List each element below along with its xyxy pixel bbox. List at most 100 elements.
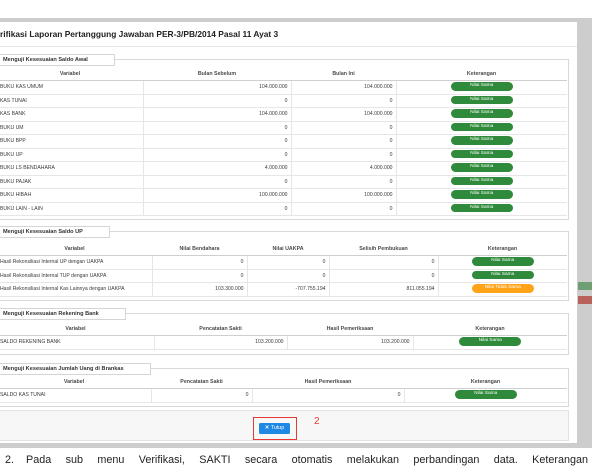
cell-keterangan: Nilai Sama bbox=[395, 80, 567, 95]
cell-variabel: BUKU UM bbox=[0, 121, 143, 135]
status-badge: Nilai Sama bbox=[471, 270, 534, 280]
status-badge: Nilai Sama bbox=[450, 122, 513, 132]
cell-variabel: BUKU LAIN - LAIN bbox=[0, 202, 143, 216]
column-header-keterangan: Keterangan bbox=[413, 324, 567, 336]
section-saldo-up: Menguji Kesesuaian Saldo UP Variabel Nil… bbox=[0, 226, 569, 301]
cell-bulan-sebelum: 0 bbox=[142, 121, 291, 135]
cell-nilai-uakpa: 0 bbox=[246, 269, 329, 283]
section-legend: Menguji Kesesuaian Saldo UP bbox=[0, 226, 110, 238]
cell-nilai-uakpa: 0 bbox=[246, 255, 329, 270]
modal-title: rifikasi Laporan Pertanggung Jawaban PER… bbox=[0, 29, 279, 39]
status-badge: Nilai Sama bbox=[459, 337, 522, 346]
cell-variabel: BUKU BPP bbox=[0, 134, 143, 149]
table-row: Hasil Rekonsiliasi Internal TUP dengan U… bbox=[0, 269, 567, 283]
status-badge: Nilai Sama bbox=[454, 390, 517, 399]
uang-brankas-table: Variabel Pencatatan Sakti Hasil Pemeriks… bbox=[0, 377, 567, 403]
column-header-keterangan: Keterangan bbox=[438, 244, 567, 256]
table-row: SALDO KAS TUNAI 0 0 Nilai Sama bbox=[0, 388, 567, 403]
section-rekening-bank: Menguji Kesesuaian Rekening Bank Variabe… bbox=[0, 308, 569, 355]
cell-pencatatan-sakti: 0 bbox=[150, 388, 252, 403]
background-green-element bbox=[578, 282, 592, 290]
cell-keterangan: Nilai Sama bbox=[412, 335, 567, 350]
cell-keterangan: Nilai Tidak Sama bbox=[437, 282, 567, 297]
section-legend: Menguji Kesesuaian Jumlah Uang di Branka… bbox=[0, 363, 151, 375]
cell-bulan-ini: 0 bbox=[290, 148, 396, 162]
cell-bulan-ini: 0 bbox=[290, 202, 396, 216]
cell-bulan-sebelum: 104.000.000 bbox=[142, 80, 291, 95]
cell-keterangan: Nilai Sama bbox=[395, 175, 567, 189]
cell-bulan-ini: 0 bbox=[290, 175, 396, 189]
cell-variabel: BUKU HIBAH bbox=[0, 188, 143, 203]
cell-keterangan: Nilai Sama bbox=[437, 255, 567, 270]
section-saldo-awal: Menguji Kesesuaian Saldo Awal Variabel B… bbox=[0, 54, 569, 220]
status-badge: Nilai Sama bbox=[450, 136, 513, 145]
background-red-element bbox=[578, 296, 592, 304]
table-row: BUKU UP 0 0 Nilai Sama bbox=[0, 148, 567, 162]
table-header-row: Variabel Bulan Sebelum Bulan Ini Keteran… bbox=[0, 69, 567, 81]
column-header-pencatatan-sakti: Pencatatan Sakti bbox=[154, 324, 287, 336]
cell-bulan-sebelum: 0 bbox=[142, 134, 291, 149]
cell-bulan-ini: 0 bbox=[290, 121, 396, 135]
table-header-row: Variabel Nilai Bendahara Nilai UAKPA Sel… bbox=[0, 244, 567, 256]
cell-pencatatan-sakti: 103.200.000 bbox=[153, 335, 287, 350]
column-header-keterangan: Keterangan bbox=[404, 377, 567, 389]
status-badge: Nilai Sama bbox=[450, 95, 513, 105]
cell-variabel: SALDO KAS TUNAI bbox=[0, 388, 151, 403]
table-row: BUKU BPP 0 0 Nilai Sama bbox=[0, 134, 567, 149]
close-icon bbox=[265, 425, 269, 429]
cell-variabel: BUKU LS BENDAHARA bbox=[0, 161, 143, 176]
column-header-variabel: Variabel bbox=[0, 69, 143, 81]
cell-hasil-pemeriksaan: 103.200.000 bbox=[286, 335, 413, 350]
table-row: BUKU LS BENDAHARA 4.000.000 4.000.000 Ni… bbox=[0, 161, 567, 176]
cell-nilai-bendahara: 0 bbox=[151, 269, 247, 283]
table-row: BUKU HIBAH 100.000.000 100.000.000 Nilai… bbox=[0, 188, 567, 203]
table-row: BUKU PAJAK 0 0 Nilai Sama bbox=[0, 175, 567, 189]
cell-bulan-ini: 4.000.000 bbox=[290, 161, 396, 176]
cell-bulan-ini: 104.000.000 bbox=[290, 107, 396, 122]
cell-bulan-ini: 0 bbox=[290, 94, 396, 108]
cell-nilai-uakpa: -707.755.194 bbox=[246, 282, 329, 297]
column-header-bulan-sebelum: Bulan Sebelum bbox=[143, 69, 291, 81]
title-divider bbox=[0, 46, 577, 47]
table-row: BUKU LAIN - LAIN 0 0 Nilai Sama bbox=[0, 202, 567, 216]
status-badge: Nilai Sama bbox=[450, 82, 513, 91]
close-button-label: Tutup bbox=[270, 425, 285, 431]
cell-nilai-bendahara: 0 bbox=[151, 255, 247, 270]
column-header-pencatatan-sakti: Pencatatan Sakti bbox=[151, 377, 252, 389]
column-header-variabel: Variabel bbox=[0, 377, 151, 389]
table-row: BUKU UM 0 0 Nilai Sama bbox=[0, 121, 567, 135]
table-row: Hasil Rekonsiliasi Internal Kas Lainnya … bbox=[0, 282, 567, 297]
cell-variabel: Hasil Rekonsiliasi Internal UP dengan UA… bbox=[0, 255, 152, 270]
cell-bulan-sebelum: 0 bbox=[142, 202, 291, 216]
table-header-row: Variabel Pencatatan Sakti Hasil Pemeriks… bbox=[0, 324, 567, 336]
cell-keterangan: Nilai Sama bbox=[395, 94, 567, 108]
cell-selisih-pembukuan: 0 bbox=[328, 255, 438, 270]
cell-variabel: Hasil Rekonsiliasi Internal TUP dengan U… bbox=[0, 269, 152, 283]
table-row: SALDO REKENING BANK 103.200.000 103.200.… bbox=[0, 335, 567, 350]
saldo-up-table: Variabel Nilai Bendahara Nilai UAKPA Sel… bbox=[0, 244, 567, 297]
section-uang-brankas: Menguji Kesesuaian Jumlah Uang di Branka… bbox=[0, 363, 569, 407]
cell-variabel: BUKU KAS UMUM bbox=[0, 80, 143, 95]
column-header-nilai-bendahara: Nilai Bendahara bbox=[152, 244, 247, 256]
column-header-keterangan: Keterangan bbox=[396, 69, 567, 81]
table-row: KAS BANK 104.000.000 104.000.000 Nilai S… bbox=[0, 107, 567, 122]
status-badge-warning: Nilai Tidak Sama bbox=[471, 284, 534, 293]
column-header-hasil-pemeriksaan: Hasil Pemeriksaan bbox=[287, 324, 413, 336]
status-badge: Nilai Sama bbox=[450, 163, 513, 172]
cell-keterangan: Nilai Sama bbox=[395, 202, 567, 216]
close-button[interactable]: Tutup bbox=[259, 423, 290, 434]
cell-variabel: SALDO REKENING BANK bbox=[0, 335, 154, 350]
column-header-nilai-uakpa: Nilai UAKPA bbox=[247, 244, 329, 256]
status-badge: Nilai Sama bbox=[450, 109, 513, 118]
section-legend: Menguji Kesesuaian Rekening Bank bbox=[0, 308, 126, 320]
column-header-variabel: Variabel bbox=[0, 324, 154, 336]
cell-nilai-bendahara: 103.300.000 bbox=[151, 282, 247, 297]
column-header-selisih-pembukuan: Selisih Pembukuan bbox=[329, 244, 438, 256]
cell-keterangan: Nilai Sama bbox=[395, 121, 567, 135]
status-badge: Nilai Sama bbox=[471, 257, 534, 266]
section-legend: Menguji Kesesuaian Saldo Awal bbox=[0, 54, 115, 66]
table-header-row: Variabel Pencatatan Sakti Hasil Pemeriks… bbox=[0, 377, 567, 389]
cell-variabel: BUKU PAJAK bbox=[0, 175, 143, 189]
cell-bulan-sebelum: 0 bbox=[142, 148, 291, 162]
cell-keterangan: Nilai Sama bbox=[395, 148, 567, 162]
